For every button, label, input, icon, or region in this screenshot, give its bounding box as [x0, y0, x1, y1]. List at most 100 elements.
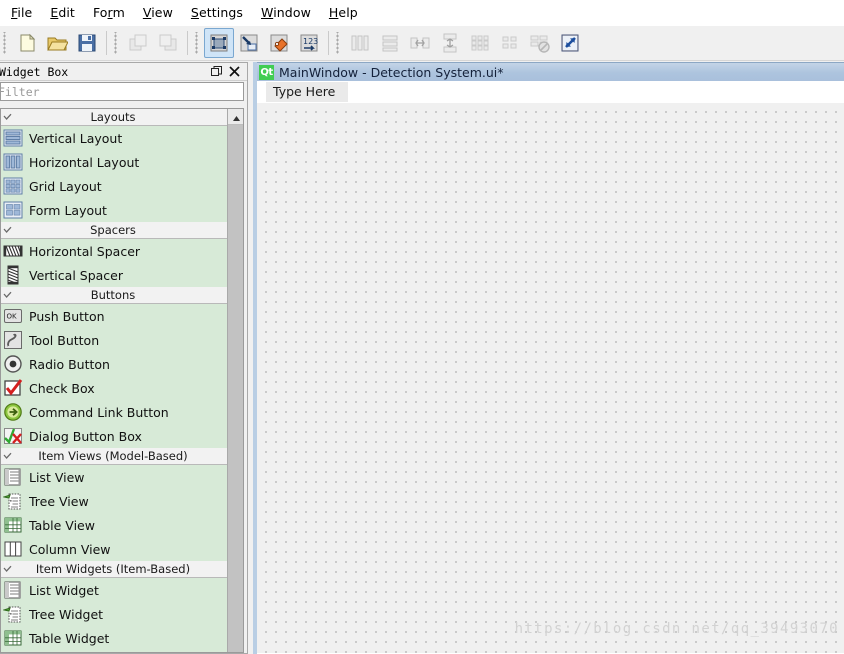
widget-category-header[interactable]: Buttons	[1, 287, 229, 304]
widget-list-scrollbar[interactable]	[227, 109, 243, 652]
widget-item[interactable]: Table Widget	[1, 626, 229, 650]
menu-settings[interactable]: Settings	[182, 1, 252, 25]
widget-item[interactable]: List View	[1, 465, 229, 489]
menu-file[interactable]: File	[2, 1, 41, 25]
undo-icon	[127, 32, 149, 54]
menu-form[interactable]: Form	[84, 1, 134, 25]
widget-category-label: Layouts	[90, 110, 136, 124]
redo-button[interactable]	[153, 28, 183, 58]
menu-edit[interactable]: Edit	[41, 1, 84, 25]
widget-item[interactable]: Dialog Button Box	[1, 424, 229, 448]
menu-view[interactable]: View	[134, 1, 182, 25]
widget-category-header[interactable]: Item Views (Model-Based)	[1, 448, 229, 465]
widget-item[interactable]: Radio Button	[1, 352, 229, 376]
toolbar-grip[interactable]	[2, 32, 9, 54]
layout-grid-button[interactable]	[465, 28, 495, 58]
toolbar-grip[interactable]	[194, 32, 201, 54]
widget-box-title: Widget Box	[0, 64, 69, 79]
widget-box-titlebar[interactable]: Widget Box	[0, 63, 247, 81]
toolbar-grip[interactable]	[335, 32, 342, 54]
watermark: https://blog.csdn.net/qq_39493070	[514, 621, 839, 637]
adjust-size-button[interactable]	[555, 28, 585, 58]
widget-item[interactable]: List Widget	[1, 578, 229, 602]
push-button-icon: OK	[2, 305, 24, 327]
undo-button[interactable]	[123, 28, 153, 58]
menubar-type-here[interactable]: Type Here	[266, 82, 349, 102]
chevron-up-icon	[232, 109, 241, 126]
toolbar-separator	[187, 31, 188, 55]
qt-designer-window: File Edit Form View Settings Window Help	[0, 0, 844, 654]
save-button[interactable]	[72, 28, 102, 58]
widget-list[interactable]: Layouts Vertical Layout Horizontal Layout G…	[0, 108, 244, 653]
close-button[interactable]	[228, 65, 241, 78]
form-canvas[interactable]: https://blog.csdn.net/qq_39493070	[257, 103, 844, 653]
form-window-titlebar[interactable]: Qt MainWindow - Detection System.ui*	[257, 62, 844, 81]
widget-item[interactable]: Table View	[1, 513, 229, 537]
edit-buddies-icon	[268, 32, 290, 54]
widget-item-label: Table View	[29, 517, 95, 533]
widget-item-label: Grid Layout	[29, 178, 102, 194]
break-layout-button[interactable]	[525, 28, 555, 58]
toolbar-grip[interactable]	[113, 32, 120, 54]
horizontal-spacer-icon	[2, 240, 24, 262]
widget-item-label: List View	[29, 469, 85, 485]
layout-splitter-v-icon	[439, 32, 461, 54]
layout-form-icon	[499, 32, 521, 54]
widget-item-label: Vertical Spacer	[29, 267, 123, 283]
widget-category-label: Buttons	[90, 288, 136, 302]
widget-item[interactable]: Column View	[1, 537, 229, 561]
tool-button-icon	[2, 329, 24, 351]
widget-item[interactable]: Tree Widget	[1, 602, 229, 626]
tree-widget-icon	[2, 603, 24, 625]
menu-help[interactable]: Help	[320, 1, 367, 25]
widget-category-label: Spacers	[90, 223, 136, 237]
edit-widgets-button[interactable]	[204, 28, 234, 58]
widget-item[interactable]: Check Box	[1, 376, 229, 400]
dialog-button-box-icon	[2, 425, 24, 447]
widget-item[interactable]: Vertical Spacer	[1, 263, 229, 287]
widget-item[interactable]: Horizontal Spacer	[1, 239, 229, 263]
layout-vertically-button[interactable]	[375, 28, 405, 58]
toolbar-separator	[328, 31, 329, 55]
tree-view-icon	[2, 490, 24, 512]
layout-splitter-horizontal-button[interactable]	[405, 28, 435, 58]
widget-category-header[interactable]: Item Widgets (Item-Based)	[1, 561, 229, 578]
filter-input[interactable]: Filter	[0, 82, 244, 101]
widget-item[interactable]: Vertical Layout	[1, 126, 229, 150]
widget-item[interactable]: Form Layout	[1, 198, 229, 222]
widget-item-label: Push Button	[29, 308, 105, 324]
layout-splitter-vertical-button[interactable]	[435, 28, 465, 58]
widget-item[interactable]: Grid Layout	[1, 174, 229, 198]
vertical-layout-icon	[2, 127, 24, 149]
undock-icon	[211, 62, 222, 81]
chevron-down-icon	[3, 113, 12, 120]
undock-button[interactable]	[210, 65, 223, 78]
widget-item[interactable]: Horizontal Layout	[1, 150, 229, 174]
widget-category-header[interactable]: Layouts	[1, 109, 229, 126]
close-icon	[229, 62, 240, 81]
widget-item[interactable]: Command Link Button	[1, 400, 229, 424]
widget-item[interactable]: Tree View	[1, 489, 229, 513]
edit-buddies-button[interactable]	[264, 28, 294, 58]
scroll-up-button[interactable]	[228, 109, 243, 126]
widget-item-label: Horizontal Spacer	[29, 243, 141, 259]
widget-category-header[interactable]: Spacers	[1, 222, 229, 239]
widget-item[interactable]: Tool Button	[1, 328, 229, 352]
layout-horizontally-button[interactable]	[345, 28, 375, 58]
layout-form-button[interactable]	[495, 28, 525, 58]
menu-window[interactable]: Window	[252, 1, 320, 25]
new-button[interactable]	[12, 28, 42, 58]
new-form-icon	[16, 32, 38, 54]
edit-tab-order-button[interactable]: 123	[294, 28, 324, 58]
form-menubar: Type Here	[257, 81, 844, 103]
widget-item[interactable]: OK Push Button	[1, 304, 229, 328]
widget-item-label: Tree Widget	[29, 606, 104, 622]
menubar: File Edit Form View Settings Window Help	[0, 0, 844, 26]
widget-item-label: Column View	[29, 541, 111, 557]
vertical-spacer-icon	[2, 264, 24, 286]
open-button[interactable]	[42, 28, 72, 58]
toolbar-separator	[106, 31, 107, 55]
widget-item-label: Form Layout	[29, 202, 107, 218]
edit-signals-slots-button[interactable]	[234, 28, 264, 58]
qt-logo-icon: Qt	[259, 64, 274, 80]
